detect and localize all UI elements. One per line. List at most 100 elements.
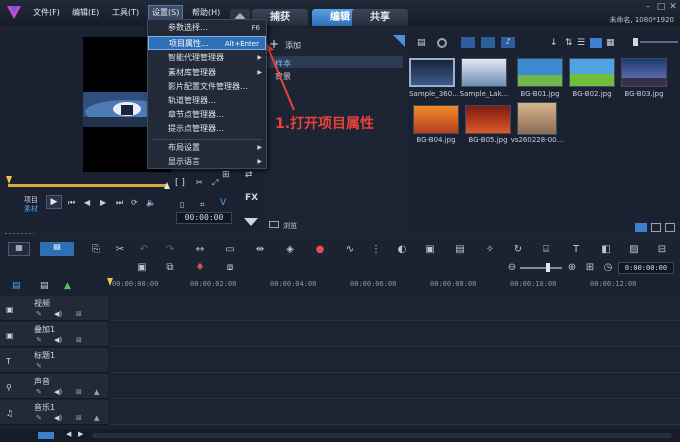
title-icon[interactable]: ▣ [424, 244, 436, 256]
mixer-icon[interactable]: ⋮ [370, 244, 382, 256]
track-lane-overlay[interactable] [110, 322, 680, 347]
scroll-mode-icon[interactable] [38, 432, 54, 439]
thumb-vs260228[interactable] [517, 102, 557, 135]
panel-grip[interactable] [4, 232, 34, 235]
go-end-icon[interactable]: ⏭ [116, 198, 123, 208]
bracket-icon[interactable]: ⌸ [540, 244, 552, 256]
ripple-icon[interactable]: ⊠ [76, 310, 82, 318]
menu-tools[interactable]: 工具(T) [112, 7, 139, 18]
expand-track-icon[interactable]: ▲ [94, 414, 99, 422]
next-frame-icon[interactable]: ▶ [100, 198, 106, 207]
zoom-slider-handle[interactable] [546, 263, 550, 272]
tab-share[interactable]: 共享 [352, 9, 408, 26]
volume-icon[interactable]: ◀) [54, 388, 62, 396]
audio-wave-icon[interactable]: ∿ [344, 244, 356, 256]
motion-icon[interactable]: ◈ [284, 244, 296, 256]
stretch-icon[interactable]: ⇹ [254, 244, 266, 256]
list-view-icon[interactable]: ☰ [577, 38, 585, 48]
menu-item-profile-manager[interactable]: 影片配置文件管理器... [148, 80, 266, 94]
edit-icon[interactable]: ✎ [36, 310, 42, 318]
transition-icon[interactable]: ⇄ [245, 170, 253, 180]
volume-icon[interactable]: ◀) [54, 310, 62, 318]
thumb-sample-360[interactable] [409, 58, 455, 87]
ripple-icon[interactable]: ⊠ [76, 388, 82, 396]
track-header-video[interactable]: ▣ 视频 ✎ ◀) ⊠ [0, 296, 108, 321]
track-lane-title[interactable] [110, 348, 680, 373]
zoom-in-icon[interactable]: ⊕ [566, 262, 578, 274]
track-header-title[interactable]: T 标题1 ✎ [0, 348, 108, 373]
panel-option-icon[interactable] [635, 223, 647, 232]
ripple-icon[interactable]: ⊠ [76, 336, 82, 344]
mode-v-icon[interactable]: V [220, 198, 226, 208]
prev-frame-icon[interactable]: ◀ [84, 198, 90, 207]
menu-item-preferences[interactable]: 参数选择... F6 [148, 21, 266, 35]
video-filter-icon[interactable] [461, 37, 475, 48]
chapter-icon[interactable]: ▤ [40, 281, 54, 291]
add-marker-icon[interactable]: ▲ [64, 281, 78, 291]
add-track-icon[interactable]: ⎘ [90, 244, 102, 256]
minimize-icon[interactable]: – [642, 2, 654, 12]
horizontal-scrollbar[interactable] [92, 433, 672, 438]
sort-icon[interactable]: ↓ [550, 38, 558, 48]
panel-option-icon[interactable] [665, 223, 675, 232]
menu-item-library-manager[interactable]: 素材库管理器 ▶ [148, 66, 266, 80]
thumb-bg-b05[interactable] [465, 105, 511, 134]
browse-icon[interactable] [269, 221, 279, 228]
volume-icon[interactable]: ◀) [54, 414, 62, 422]
timeline-view-button[interactable]: ▤ [40, 242, 74, 256]
corner-collapse-icon[interactable] [393, 35, 405, 47]
go-start-icon[interactable]: ⏮ [68, 198, 75, 208]
redo-icon[interactable]: ↷ [164, 244, 176, 256]
player-timecode[interactable]: 00:00:00 [176, 212, 232, 224]
menu-item-project-properties[interactable]: 项目属性... Alt+Enter [148, 36, 266, 50]
detail-view-icon[interactable]: ▦ [606, 38, 615, 48]
volume-icon[interactable]: ◀) [54, 336, 62, 344]
folder-open-icon[interactable]: ▤ [417, 38, 429, 48]
magic-icon[interactable]: ✧ [484, 244, 496, 256]
screen-capture-icon[interactable]: ⧉ [164, 262, 176, 274]
play-button[interactable]: ▶ [46, 195, 62, 209]
thumb-size-slider[interactable] [640, 41, 678, 43]
fit-timeline-icon[interactable]: ⊞ [584, 262, 596, 274]
fit-icon[interactable]: ↔ [194, 244, 206, 256]
photo-filter-icon[interactable] [481, 37, 495, 48]
thumb-sample-lake[interactable] [461, 58, 507, 87]
track-header-overlay[interactable]: ▣ 叠加1 ✎ ◀) ⊠ [0, 322, 108, 347]
subtitle-icon[interactable]: ▤ [454, 244, 466, 256]
track-lane-voice[interactable] [110, 374, 680, 399]
menu-file[interactable]: 文件(F) [33, 7, 60, 18]
audio-filter-icon[interactable]: ♪ [501, 37, 515, 48]
thumb-bg-b02[interactable] [569, 58, 615, 87]
storyboard-view-button[interactable]: ▦ [8, 242, 30, 256]
menu-item-chapter-manager[interactable]: 章节点管理器... [148, 108, 266, 122]
record-audio-icon[interactable]: ● [314, 244, 326, 256]
menu-edit[interactable]: 编辑(E) [72, 7, 99, 18]
thumb-bg-b01[interactable] [517, 58, 563, 87]
panel-option-icon[interactable] [651, 223, 661, 232]
clock-icon[interactable]: ◷ [602, 262, 614, 274]
maximize-icon[interactable]: □ [655, 2, 667, 12]
sort-order-icon[interactable]: ⇅ [565, 38, 573, 48]
track-lane-video[interactable] [110, 296, 680, 321]
screen-icon[interactable]: ▭ [224, 244, 236, 256]
menu-help[interactable]: 帮助(H) [192, 7, 220, 18]
zoom-slider[interactable] [520, 267, 562, 269]
timeline-timecode[interactable]: 0:00:00:00 [618, 262, 674, 274]
scroll-left-icon[interactable]: ◀ [66, 430, 71, 438]
volume-adjust-icon[interactable]: ◐ [396, 244, 408, 256]
volume-icon[interactable]: 🔈 [146, 198, 156, 207]
cut-icon[interactable]: ✂ [114, 244, 126, 256]
timeline-ruler[interactable]: 00:00:00:00 00:00:02:00 00:00:04:00 00:0… [107, 278, 680, 294]
loop-icon[interactable]: ↻ [512, 244, 524, 256]
zoom-out-icon[interactable]: ⊖ [506, 262, 518, 274]
expand-icon[interactable] [244, 218, 258, 226]
record-icon[interactable] [437, 38, 447, 48]
repeat-icon[interactable]: ⟳ [131, 198, 138, 207]
edit-icon[interactable]: ✎ [36, 414, 42, 422]
fx-icon[interactable]: FX [245, 193, 258, 203]
scrub-bar[interactable] [8, 184, 168, 187]
image-icon[interactable]: ▨ [628, 244, 640, 256]
close-icon[interactable]: ✕ [667, 2, 679, 12]
track-header-voice[interactable]: ⚲ 声音 ✎ ◀) ⊠ ▲ [0, 374, 108, 399]
menu-item-layout[interactable]: 布局设置 ▶ [148, 141, 266, 155]
